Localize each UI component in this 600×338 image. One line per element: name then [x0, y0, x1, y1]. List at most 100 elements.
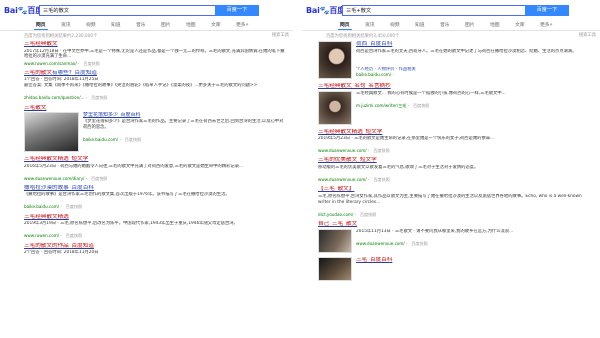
snapshot-link[interactable]: 百度快照 — [66, 204, 82, 209]
search-button[interactable]: 百度一下 — [215, 5, 259, 16]
result-thumbnail[interactable] — [318, 90, 352, 125]
result-title-link[interactable]: 三毛经典散文精选 — [24, 214, 287, 222]
header: Bai🐾百度 三毛+散文 百度一下 — [302, 0, 600, 21]
result-snippet: 2019年5月23日 · 三毛的散文是她生命的记录,在那里她是一个快乐的女子,荷… — [318, 136, 495, 142]
result-url[interactable]: www.ruwen.com/ · 百度快照 — [24, 233, 287, 238]
result-title-link[interactable]: 三毛散文 — [24, 105, 287, 113]
left-search-page: Bai🐾百度 三毛的散文 百度一下 网页 资讯 视频 知道 音乐 图片 地图 文… — [0, 0, 293, 338]
tab-wenku[interactable]: 文库 — [211, 23, 221, 29]
search-input[interactable]: 三毛的散文 — [39, 5, 215, 16]
result-snippet: 最佳答案: 文集《雨季不再来》《撒哈拉的故事》《哭泣的骆驼》《稻草人手记》《温柔… — [24, 83, 258, 89]
result-list: 三毛经典散文 2017年12月18日 · 在中文世界中,三毛是一个特殊,无论是人… — [24, 41, 287, 260]
result-url[interactable]: baike.baidu.com/ · 百度快照 — [83, 137, 287, 142]
tab-map[interactable]: 地图 — [490, 23, 500, 29]
active-tab-indicator — [338, 29, 352, 30]
result-title-link[interactable]: 三毛_百度百科 — [356, 257, 594, 265]
search-tools-button[interactable]: 搜索工具 — [272, 33, 289, 39]
result-count: 百度为您找到相关结果约2,230,000个 — [24, 34, 98, 39]
header: Bai🐾百度 三毛的散文 百度一下 — [0, 0, 293, 21]
result-url[interactable]: dict.youdao.com/ · 百度快照 — [318, 212, 594, 217]
tab-music[interactable]: 音乐 — [136, 23, 146, 29]
result-snippet: 2019年3月19日 · 三毛,原名陈懋平,后改名为陈平。中国现代作家,1943… — [24, 221, 238, 227]
search-tools-button[interactable]: 搜索工具 — [579, 33, 596, 39]
search-result: 三毛的优美散文_短文学 移动版的三毛的优美散文以散发着三毛的气息,歌颂了三毛对于… — [318, 157, 594, 182]
result-thumbnail[interactable] — [318, 41, 352, 79]
result-snippet: 三毛,原名陈懋平,台湾女作家,其作品以散文为主,主要描写了她在撒哈拉沙漠的生活以… — [318, 193, 582, 205]
result-title-link[interactable]: 自己_三毛_散文 — [318, 221, 594, 229]
result-snippet: 《撒哈拉的故事》是台湾作家三毛创作的散文集,首次出版于1976年。该书描写了三毛… — [24, 192, 230, 198]
result-title-link[interactable]: 三毛经典散文_名句_名言摘抄 — [318, 83, 594, 91]
tab-images[interactable]: 图片 — [465, 23, 475, 29]
snapshot-link[interactable]: 百度快照 — [125, 137, 141, 142]
tab-more[interactable]: 更多» — [236, 23, 249, 29]
result-title-link[interactable]: 撒哈拉沙漠的故事_百度百科 — [24, 185, 287, 193]
result-title-link[interactable]: 三毛经典散文 — [24, 41, 287, 49]
result-title-link[interactable]: 三毛经典散文精选_短文学 — [318, 129, 594, 137]
result-title-link[interactable]: 【三毛_散文】 — [318, 186, 594, 194]
tab-zhidao[interactable]: 知道 — [415, 23, 425, 29]
snapshot-link[interactable]: 百度快照 — [66, 233, 82, 238]
search-result: 三毛经典散文 2017年12月18日 · 在中文世界中,三毛是一个特殊,无论是人… — [24, 41, 287, 66]
snapshot-link[interactable]: 百度快照 — [411, 241, 427, 246]
snapshot-link[interactable]: 百度快照 — [413, 103, 429, 108]
search-result: 自己_三毛_散文 2015年11月13日 · 三毛散文 · 请不要问我从哪里来,… — [318, 221, 594, 253]
snapshot-link[interactable]: 百度快照 — [91, 95, 107, 100]
result-url[interactable]: baike.baidu.com/ · — [356, 72, 594, 77]
result-title-link[interactable]: 三毛的散文有哪些?_百度知道 — [24, 70, 287, 78]
search-button[interactable]: 百度一下 — [525, 5, 569, 16]
result-snippet: 2015年11月13日 · 三毛散文 · 请不要问我从哪里来,我的故乡在远方,为… — [356, 228, 514, 234]
result-count: 百度为您找到相关结果约3,450,000个 — [326, 34, 400, 39]
search-input[interactable]: 三毛+散文 — [342, 5, 525, 16]
result-title-link[interactable]: 荷西_百度百科 — [356, 41, 594, 49]
tab-wenku[interactable]: 文库 — [515, 23, 525, 29]
result-title-link[interactable]: 三毛的优美散文_短文学 — [318, 157, 594, 165]
snapshot-link[interactable]: 百度快照 — [83, 61, 99, 66]
tab-music[interactable]: 音乐 — [440, 23, 450, 29]
result-snippet: 2017年12月18日 · 在中文世界中,三毛是一个特殊,无论是人还是作品,都是… — [24, 48, 285, 60]
result-snippet: 2016年5月23日 · 荷西与她的婚姻令人向往,三毛的散文中充满了对荷西的爱意… — [24, 163, 244, 169]
tab-news[interactable]: 资讯 — [365, 23, 375, 29]
result-url[interactable]: www.duanwenxue.com/diary/ · 百度快照 — [24, 176, 287, 181]
tab-zhidao[interactable]: 知道 — [111, 23, 121, 29]
result-title-link[interactable]: 三毛的散文的作品_百度知道 — [24, 243, 287, 251]
tab-more[interactable]: 更多» — [540, 23, 553, 29]
search-result: 三毛散文 梦里花落知多少_百度百科 《梦里花落知多少》是台湾作家三毛的作品。主要… — [24, 105, 287, 153]
result-title-link[interactable]: 三毛经典散文精选_短文学 — [24, 156, 287, 164]
result-thumbnail[interactable] — [318, 228, 352, 253]
search-result: 撒哈拉沙漠的故事_百度百科 《撒哈拉的故事》是台湾作家三毛创作的散文集,首次出版… — [24, 185, 287, 210]
result-url[interactable]: www.duanwenxue.com/ · 百度快照 — [318, 148, 594, 153]
tab-video[interactable]: 视频 — [86, 23, 96, 29]
pane-divider — [293, 0, 302, 338]
result-snippet: 三毛经典散文... 我的心有时候是一个孤独的小孩,像荷西的心一样,三毛散文中..… — [356, 90, 506, 96]
result-list: 荷西_百度百科 荷西是台湾作家三毛的丈夫,西班牙人。三毛在她的散文中记述了与荷西… — [318, 41, 594, 285]
snapshot-link[interactable]: 百度快照 — [360, 212, 376, 217]
active-tab-indicator — [34, 29, 48, 30]
tab-map[interactable]: 地图 — [186, 23, 196, 29]
search-result: 三毛经典散文_名句_名言摘抄 三毛经典散文... 我的心有时候是一个孤独的小孩,… — [318, 83, 594, 125]
result-url[interactable]: www.duanwenxue.com/ · 百度快照 — [318, 177, 594, 182]
result-url[interactable]: baike.baidu.com/ · 百度快照 — [24, 204, 287, 209]
screenshot: Bai🐾百度 三毛的散文 百度一下 网页 资讯 视频 知道 音乐 图片 地图 文… — [0, 0, 600, 338]
snapshot-link[interactable]: 百度快照 — [91, 176, 107, 181]
search-result: 【三毛_散文】 三毛,原名陈懋平,台湾女作家,其作品以散文为主,主要描写了她在撒… — [318, 186, 594, 217]
snapshot-link[interactable]: 百度快照 — [373, 177, 389, 182]
result-thumbnail[interactable] — [318, 256, 352, 281]
result-url[interactable]: m.juzimi.com/writer/三毛 · 百度快照 — [356, 103, 594, 108]
result-url[interactable]: www.duanwenxue.com/ · 百度快照 — [356, 241, 594, 246]
search-result: 三毛的散文的作品_百度知道 2个回答 · 回答时间: 2018年11月20日 — [24, 243, 287, 256]
tab-images[interactable]: 图片 — [161, 23, 171, 29]
right-search-page: Bai🐾百度 三毛+散文 百度一下 网页 资讯 视频 知道 音乐 图片 地图 文… — [302, 0, 600, 338]
snapshot-link[interactable]: 百度快照 — [373, 148, 389, 153]
result-snippet: 《梦里花落知多少》是台湾作家三毛的作品。主要记录了三毛在荷西去世之后,回到台湾的… — [83, 118, 284, 130]
result-title-link[interactable]: 梦里花落知多少_百度百科 — [83, 112, 287, 119]
search-result: 三毛经典散文精选_短文学 2019年5月23日 · 三毛的散文是她生命的记录,在… — [318, 129, 594, 154]
baidu-logo[interactable]: Bai🐾百度 — [4, 6, 43, 16]
tab-video[interactable]: 视频 — [390, 23, 400, 29]
result-meta: 2个回答 · 回答时间: 2018年11月20日 — [24, 250, 99, 256]
result-url[interactable]: www.ruwen.com/sanmao/ · 百度快照 — [24, 61, 287, 66]
tab-news[interactable]: 资讯 — [61, 23, 71, 29]
search-result: 三毛经典散文精选 2019年3月19日 · 三毛,原名陈懋平,后改名为陈平。中国… — [24, 214, 287, 239]
result-url[interactable]: zhidao.baidu.com/question/... · 百度快照 — [24, 95, 287, 100]
baidu-logo[interactable]: Bai🐾百度 — [306, 6, 345, 16]
result-thumbnail[interactable] — [24, 112, 79, 153]
